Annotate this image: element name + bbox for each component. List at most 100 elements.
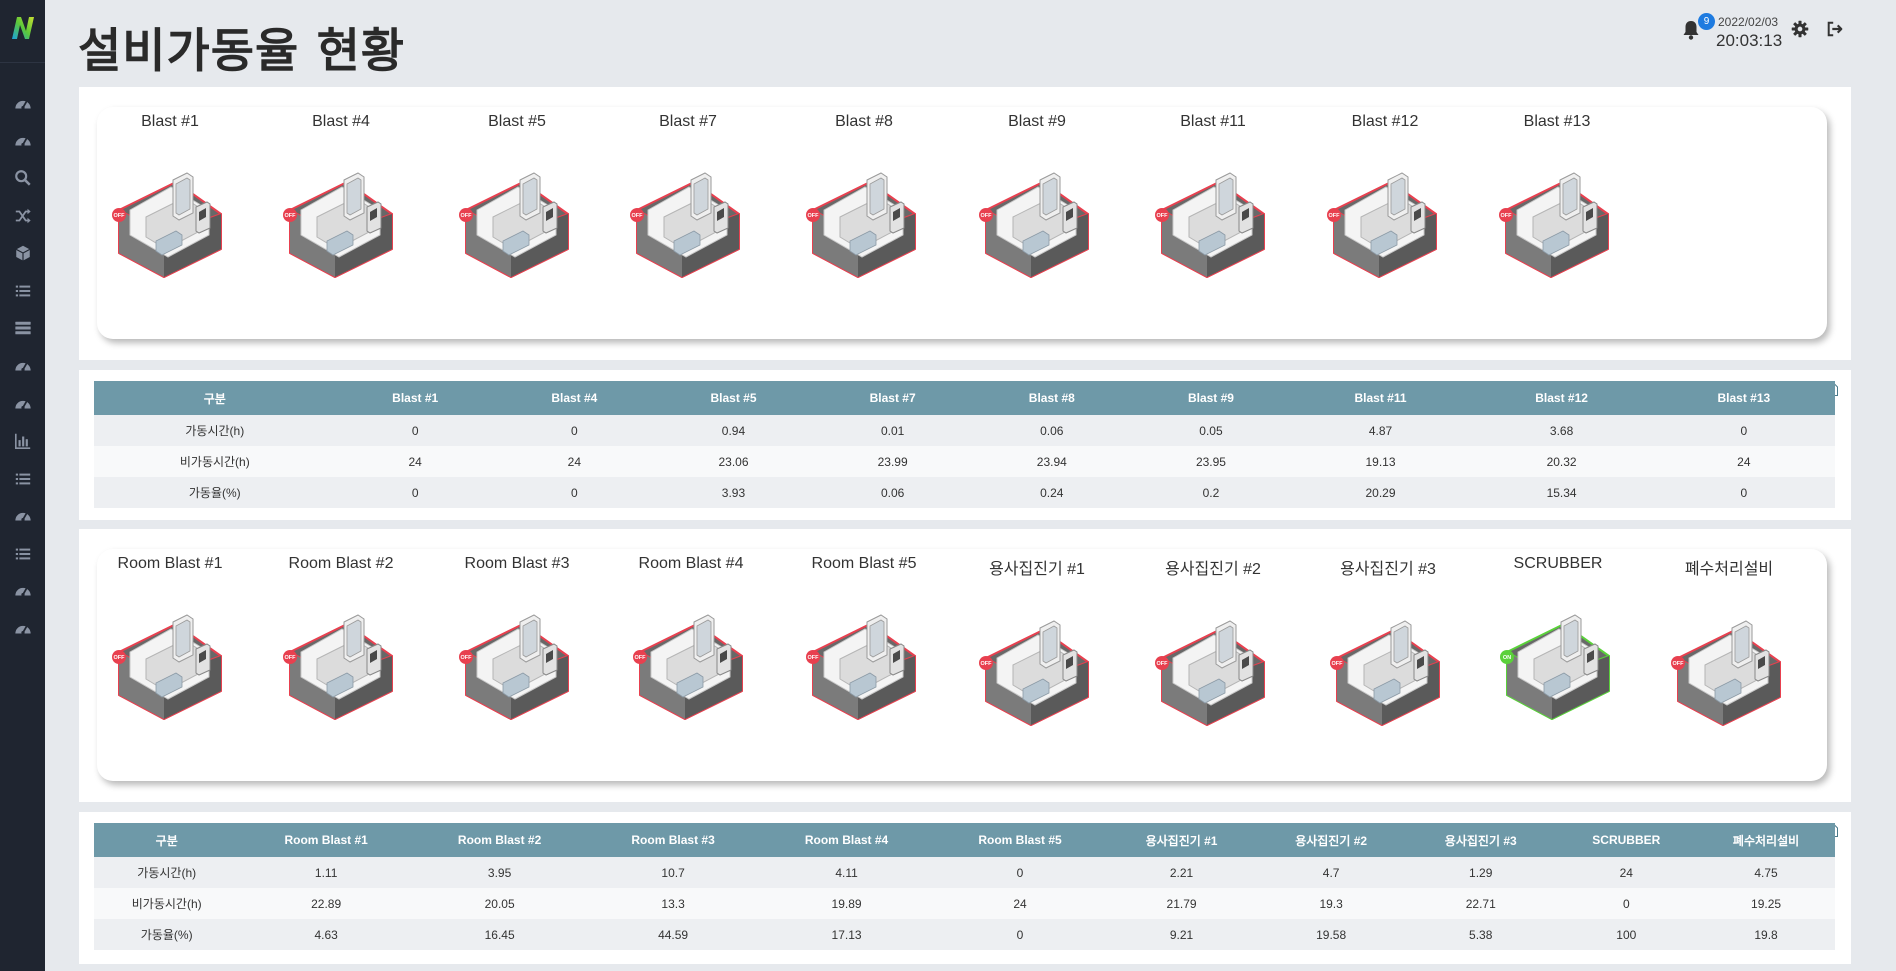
machine-tile[interactable]: 폐수처리설비 OFF [1644,555,1814,737]
sidebar-item-10[interactable] [0,426,45,456]
machine-status-off: OFF [606,611,776,731]
logout-icon[interactable] [1826,20,1844,38]
sidebar-item-8[interactable] [0,351,45,381]
column-header: Room Blast #3 [586,823,760,857]
machine-label: 폐수처리설비 [1684,561,1774,578]
table-cell: 23.95 [1131,446,1291,477]
table-row: 가동시간(h) 0 0 0.94 0.01 0.06 0.05 4.87 3.68 0 [94,415,1835,446]
machine-label: Blast #1 [141,113,199,130]
machine-status-off: OFF [85,611,255,731]
machine-tile[interactable]: Room Blast #5 OFF [779,555,949,731]
column-header: Room Blast #5 [933,823,1107,857]
machine-label: Room Blast #1 [117,555,223,572]
current-time: 20:03:13 [1716,31,1783,50]
svg-text:OFF: OFF [461,213,473,219]
machine-tile[interactable]: Blast #5 OFF [432,113,602,289]
machine-status-off: OFF [85,169,255,289]
machine-tile[interactable]: Room Blast #3 OFF [432,555,602,731]
machine-tile[interactable]: Blast #7 OFF [603,113,773,289]
list-icon [14,545,32,563]
dashboard-icon [14,620,32,638]
table-cell: 4.7 [1256,857,1406,888]
machine-tile[interactable]: Blast #11 OFF [1128,113,1298,289]
table-cell: 24 [494,446,654,477]
table-cell: 19.58 [1256,919,1406,950]
machine-label: Room Blast #4 [638,555,744,572]
machine-illustration: OFF [1499,172,1609,278]
sidebar-item-9[interactable] [0,389,45,419]
machine-tile[interactable]: 용사집진기 #2 OFF [1128,555,1298,737]
dashboard-icon [14,395,32,413]
svg-text:OFF: OFF [285,213,297,219]
dashboard-icon [14,507,32,525]
machine-tile[interactable]: Blast #9 OFF [952,113,1122,289]
machine-illustration: OFF [1330,620,1440,726]
machine-illustration: OFF [806,172,916,278]
svg-text:OFF: OFF [114,213,126,219]
row-label: 가동시간(h) [94,415,336,446]
column-header: 용사집진기 #1 [1106,823,1257,857]
machine-tile[interactable]: Room Blast #2 OFF [256,555,426,731]
column-header: Blast #5 [653,381,814,415]
blast-machines-card: Blast #1 OFF Blast #4 OFF Blast #5 OFF B… [97,107,1827,339]
machine-illustration: OFF [1671,620,1781,726]
sidebar-item-13[interactable] [0,539,45,569]
machine-tile[interactable]: 용사집진기 #1 OFF [952,555,1122,737]
machine-tile[interactable]: Blast #4 OFF [256,113,426,289]
column-header: Blast #4 [494,381,654,415]
svg-text:OFF: OFF [808,655,820,661]
table-cell: 0.01 [813,415,973,446]
svg-text:OFF: OFF [808,213,820,219]
table-cell: 4.11 [759,857,934,888]
sidebar-item-11[interactable] [0,464,45,494]
table-cell: 2.21 [1106,857,1257,888]
machine-tile[interactable]: 용사집진기 #3 OFF [1303,555,1473,737]
table-cell: 0 [1555,888,1698,919]
table-cell: 1.11 [239,857,413,888]
machine-tile[interactable]: SCRUBBER ON [1473,555,1643,731]
machine-status-off: OFF [779,611,949,731]
sidebar-item-7[interactable] [0,313,45,343]
svg-text:ON: ON [1503,655,1511,661]
machine-label: 용사집진기 #2 [1165,561,1261,578]
machine-illustration: OFF [459,172,569,278]
sidebar-item-2[interactable] [0,126,45,156]
machine-status-off: OFF [1128,617,1298,737]
machine-illustration: OFF [1155,620,1265,726]
machine-tile[interactable]: Room Blast #4 OFF [606,555,776,731]
machine-label: Blast #7 [659,113,717,130]
table-cell: 19.13 [1290,446,1471,477]
machine-tile[interactable]: Blast #13 OFF [1472,113,1642,289]
machine-tile[interactable]: Blast #8 OFF [779,113,949,289]
table-header-row: 구분 Blast #1 Blast #4 Blast #5 Blast #7 Blast … [94,381,1835,415]
sidebar-item-6[interactable] [0,276,45,306]
table-row: 비가동시간(h) 24 24 23.06 23.99 23.94 23.95 19.13 20.… [94,446,1835,477]
sidebar-item-15[interactable] [0,614,45,644]
settings-gear-icon[interactable] [1791,20,1809,38]
machine-label: SCRUBBER [1513,555,1603,572]
sidebar-item-3[interactable] [0,163,45,193]
table-cell: 24 [1652,446,1835,477]
machine-illustration: OFF [112,172,222,278]
machine-tile[interactable]: Blast #12 OFF [1300,113,1470,289]
machine-status-off: OFF [779,169,949,289]
sidebar-item-4[interactable] [0,201,45,231]
sidebar-item-1[interactable] [0,89,45,119]
svg-text:OFF: OFF [981,661,993,667]
table-cell: 22.89 [239,888,413,919]
machine-status-off: OFF [256,169,426,289]
table-cell: 4.87 [1290,415,1471,446]
table-cell: 22.71 [1405,888,1556,919]
column-header: Blast #8 [972,381,1132,415]
machine-tile[interactable]: Blast #1 OFF [85,113,255,289]
sidebar-item-14[interactable] [0,576,45,606]
machine-status-off: OFF [952,169,1122,289]
table-cell: 24 [335,446,495,477]
machine-illustration: OFF [979,172,1089,278]
app-logo[interactable] [9,14,37,42]
machine-tile[interactable]: Room Blast #1 OFF [85,555,255,731]
sidebar-item-5[interactable] [0,238,45,268]
svg-text:OFF: OFF [635,655,647,661]
sidebar-item-12[interactable] [0,501,45,531]
table-cell: 0 [335,477,495,508]
